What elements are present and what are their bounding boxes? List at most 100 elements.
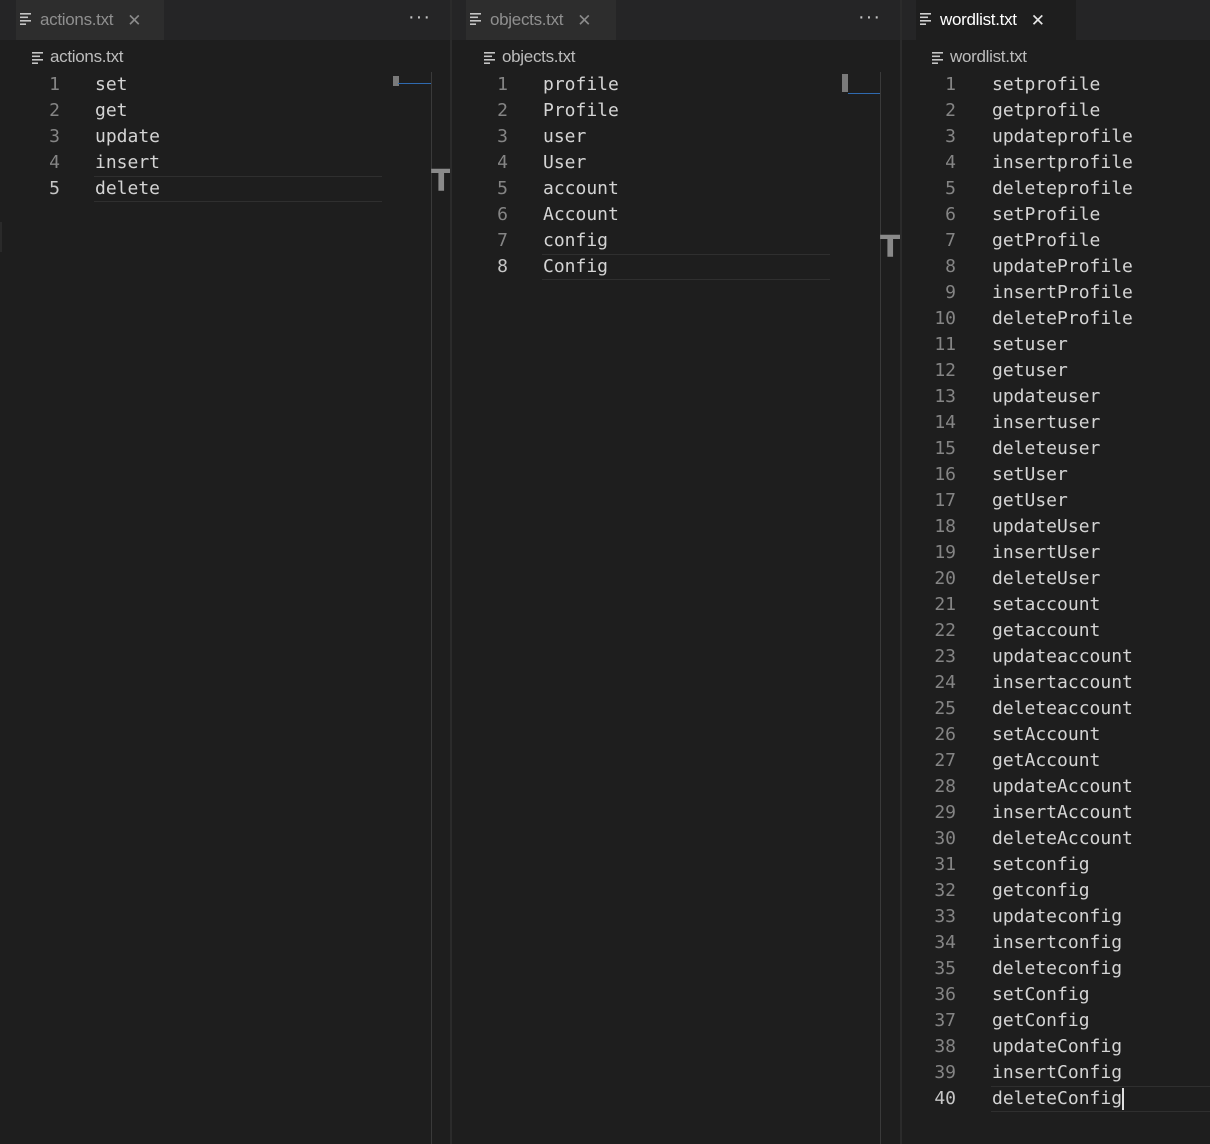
close-icon[interactable]: ✕ (127, 12, 141, 29)
line-number: 6 (945, 204, 956, 225)
code-line[interactable]: 4 insert (0, 150, 450, 176)
line-number: 12 (934, 360, 956, 381)
text-editor[interactable]: 1 set 2 get 3 update 4 insert 5 delete (0, 72, 450, 1144)
code-line[interactable]: 5 account (452, 176, 900, 202)
code-line[interactable]: 31 setconfig (902, 852, 1210, 878)
code-line[interactable]: 40 deleteConfig (902, 1086, 1210, 1112)
code-line[interactable]: 22 getaccount (902, 618, 1210, 644)
line-number: 4 (49, 152, 60, 173)
code-line[interactable]: 37 getConfig (902, 1008, 1210, 1034)
more-actions-icon[interactable]: ··· (408, 6, 431, 29)
code-line[interactable]: 5 deleteprofile (902, 176, 1210, 202)
line-text: getuser (992, 360, 1068, 381)
line-text: Profile (543, 100, 619, 121)
code-line[interactable]: 2 getprofile (902, 98, 1210, 124)
line-text: insertProfile (992, 282, 1133, 303)
line-text: deleteUser (992, 568, 1101, 589)
line-number: 34 (934, 932, 956, 953)
line-text: deleteconfig (992, 958, 1123, 979)
code-line[interactable]: 3 updateprofile (902, 124, 1210, 150)
code-line[interactable]: 2 get (0, 98, 450, 124)
code-line[interactable]: 12 getuser (902, 358, 1210, 384)
code-line[interactable]: 18 updateUser (902, 514, 1210, 540)
line-text: deleteProfile (992, 308, 1133, 329)
tab-label: objects.txt (490, 10, 564, 29)
code-line[interactable]: 19 insertUser (902, 540, 1210, 566)
tab-bar: wordlist.txt ✕ (902, 0, 1210, 40)
code-line[interactable]: 20 deleteUser (902, 566, 1210, 592)
code-line[interactable]: 9 insertProfile (902, 280, 1210, 306)
line-number: 32 (934, 880, 956, 901)
vertical-scrollbar[interactable] (431, 72, 432, 1144)
code-line[interactable]: 8 Config (452, 254, 900, 280)
code-line[interactable]: 4 insertprofile (902, 150, 1210, 176)
line-text: setaccount (992, 594, 1101, 615)
minimap-slider[interactable] (842, 74, 848, 92)
code-line[interactable]: 1 setprofile (902, 72, 1210, 98)
breadcrumb-file[interactable]: actions.txt (50, 47, 124, 67)
file-lines-icon (470, 12, 482, 25)
code-line[interactable]: 39 insertConfig (902, 1060, 1210, 1086)
code-line[interactable]: 29 insertAccount (902, 800, 1210, 826)
breadcrumb-file[interactable]: objects.txt (502, 47, 576, 67)
code-line[interactable]: 38 updateConfig (902, 1034, 1210, 1060)
code-line[interactable]: 21 setaccount (902, 592, 1210, 618)
sash[interactable] (0, 222, 2, 252)
breadcrumb[interactable]: objects.txt (452, 44, 900, 70)
line-number: 25 (934, 698, 956, 719)
close-icon[interactable]: ✕ (1031, 12, 1045, 29)
close-icon[interactable]: ✕ (577, 12, 591, 29)
tab-wordlist-txt[interactable]: wordlist.txt ✕ (916, 0, 1076, 40)
more-actions-icon[interactable]: ··· (858, 6, 881, 29)
code-line[interactable]: 33 updateconfig (902, 904, 1210, 930)
line-text: account (543, 178, 619, 199)
line-text: profile (543, 74, 619, 95)
line-text: deleteAccount (992, 828, 1133, 849)
line-text: deleteaccount (992, 698, 1133, 719)
text-editor[interactable]: 1 profile 2 Profile 3 user 4 User 5 account 6 Accou… (452, 72, 900, 1144)
line-number: 5 (497, 178, 508, 199)
code-line[interactable]: 3 update (0, 124, 450, 150)
code-line[interactable]: 11 setuser (902, 332, 1210, 358)
code-line[interactable]: 4 User (452, 150, 900, 176)
breadcrumb[interactable]: actions.txt (0, 44, 450, 70)
code-line[interactable]: 7 getProfile (902, 228, 1210, 254)
line-text: updateuser (992, 386, 1101, 407)
line-text: get (95, 100, 128, 121)
code-line[interactable]: 6 Account (452, 202, 900, 228)
tab-objects-txt[interactable]: objects.txt ✕ (466, 0, 616, 40)
line-number: 22 (934, 620, 956, 641)
code-line[interactable]: 14 insertuser (902, 410, 1210, 436)
code-line[interactable]: 24 insertaccount (902, 670, 1210, 696)
code-line[interactable]: 36 setConfig (902, 982, 1210, 1008)
minimap-slider[interactable] (393, 76, 399, 86)
code-line[interactable]: 10 deleteProfile (902, 306, 1210, 332)
breadcrumb[interactable]: wordlist.txt (902, 44, 1210, 70)
code-line[interactable]: 25 deleteaccount (902, 696, 1210, 722)
code-line[interactable]: 13 updateuser (902, 384, 1210, 410)
line-text: updateaccount (992, 646, 1133, 667)
code-line[interactable]: 16 setUser (902, 462, 1210, 488)
code-line[interactable]: 26 setAccount (902, 722, 1210, 748)
code-line[interactable]: 5 delete (0, 176, 450, 202)
code-line[interactable]: 28 updateAccount (902, 774, 1210, 800)
breadcrumb-file[interactable]: wordlist.txt (950, 47, 1027, 67)
code-line[interactable]: 27 getAccount (902, 748, 1210, 774)
code-line[interactable]: 23 updateaccount (902, 644, 1210, 670)
code-line[interactable]: 15 deleteuser (902, 436, 1210, 462)
text-editor[interactable]: 1 setprofile 2 getprofile 3 updateprofile 4 ins… (902, 72, 1210, 1144)
code-line[interactable]: 8 updateProfile (902, 254, 1210, 280)
code-line[interactable]: 6 setProfile (902, 202, 1210, 228)
code-line[interactable]: 34 insertconfig (902, 930, 1210, 956)
code-line[interactable]: 7 config (452, 228, 900, 254)
line-text: User (543, 152, 587, 173)
tab-actions-txt[interactable]: actions.txt ✕ (16, 0, 164, 40)
code-line[interactable]: 17 getUser (902, 488, 1210, 514)
code-line[interactable]: 32 getconfig (902, 878, 1210, 904)
code-line[interactable]: 1 profile (452, 72, 900, 98)
code-line[interactable]: 30 deleteAccount (902, 826, 1210, 852)
code-line[interactable]: 2 Profile (452, 98, 900, 124)
code-line[interactable]: 1 set (0, 72, 450, 98)
code-line[interactable]: 35 deleteconfig (902, 956, 1210, 982)
code-line[interactable]: 3 user (452, 124, 900, 150)
